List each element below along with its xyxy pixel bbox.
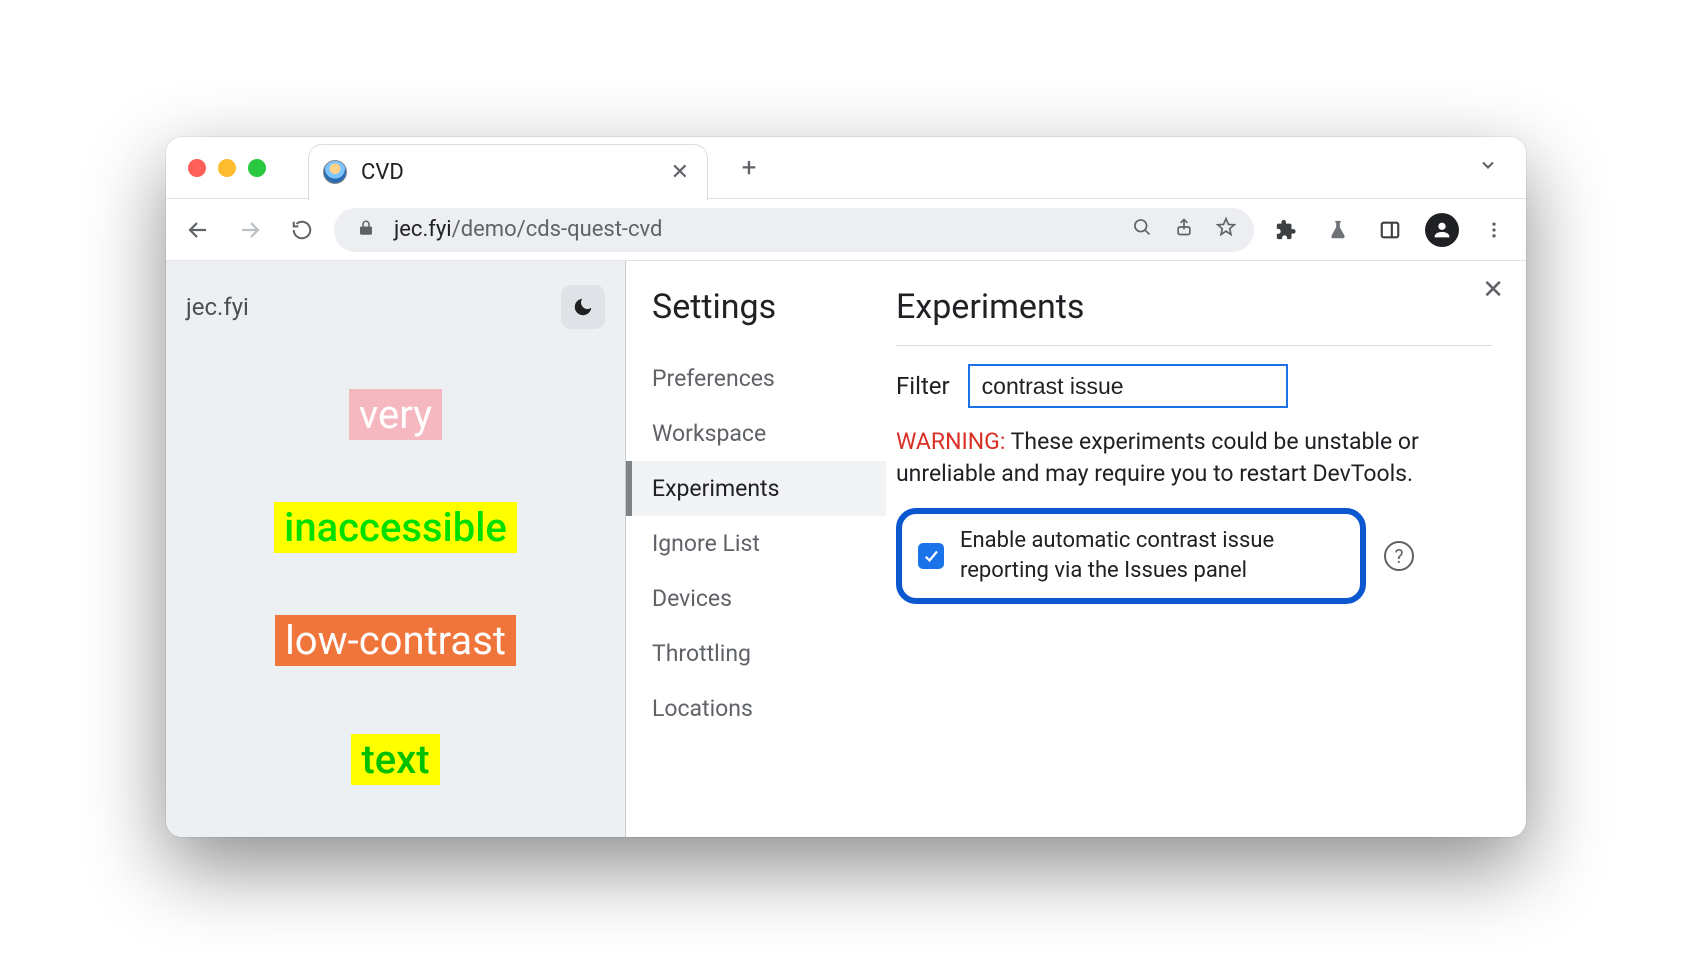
tab-title: CVD <box>361 160 657 185</box>
settings-body: Experiments Filter WARNING: These experi… <box>886 261 1526 837</box>
back-button[interactable] <box>178 210 218 250</box>
new-tab-button[interactable]: + <box>732 151 766 185</box>
nav-workspace[interactable]: Workspace <box>626 406 886 461</box>
settings-heading: Settings <box>626 287 886 351</box>
window-maximize-button[interactable] <box>248 159 266 177</box>
labs-icon[interactable] <box>1318 210 1358 250</box>
filter-row: Filter <box>896 364 1492 408</box>
tab-favicon <box>323 160 347 184</box>
devtools-settings-panel: ✕ Settings Preferences Workspace Experim… <box>626 261 1526 837</box>
filter-input[interactable] <box>968 364 1288 408</box>
help-icon[interactable]: ? <box>1384 541 1414 571</box>
extensions-icon[interactable] <box>1266 210 1306 250</box>
filter-label: Filter <box>896 372 950 400</box>
dark-mode-toggle[interactable] <box>561 285 605 329</box>
experiment-toggle-card[interactable]: Enable automatic contrast issue reportin… <box>896 508 1366 603</box>
reload-button[interactable] <box>282 210 322 250</box>
demo-word-very: very <box>349 389 442 440</box>
forward-button[interactable] <box>230 210 270 250</box>
demo-words: very inaccessible low-contrast text <box>186 389 605 779</box>
tab-close-icon[interactable]: ✕ <box>671 160 689 185</box>
experiment-checkbox[interactable] <box>918 543 944 569</box>
tabs-dropdown-icon[interactable] <box>1468 149 1508 187</box>
experiment-label: Enable automatic contrast issue reportin… <box>960 526 1344 585</box>
share-icon[interactable] <box>1170 217 1198 242</box>
window-close-button[interactable] <box>188 159 206 177</box>
window-traffic-lights <box>188 159 266 177</box>
divider <box>896 345 1492 346</box>
warning-label: WARNING: <box>896 428 1005 455</box>
nav-experiments[interactable]: Experiments <box>626 461 886 516</box>
bookmark-star-icon[interactable] <box>1212 217 1240 242</box>
settings-sidebar: Settings Preferences Workspace Experimen… <box>626 261 886 837</box>
warning-text: WARNING: These experiments could be unst… <box>896 426 1492 490</box>
side-panel-icon[interactable] <box>1370 210 1410 250</box>
kebab-menu-icon[interactable] <box>1474 210 1514 250</box>
nav-devices[interactable]: Devices <box>626 571 886 626</box>
nav-throttling[interactable]: Throttling <box>626 626 886 681</box>
content-area: jec.fyi very inaccessible low-contrast t… <box>166 261 1526 837</box>
demo-word-text: text <box>351 734 439 785</box>
close-icon[interactable]: ✕ <box>1482 275 1504 305</box>
panel-title: Experiments <box>896 287 1492 327</box>
titlebar: CVD ✕ + <box>166 137 1526 199</box>
demo-word-low-contrast: low-contrast <box>275 615 516 666</box>
nav-locations[interactable]: Locations <box>626 681 886 736</box>
nav-ignore-list[interactable]: Ignore List <box>626 516 886 571</box>
browser-toolbar: jec.fyi/demo/cds-quest-cvd <box>166 199 1526 261</box>
nav-preferences[interactable]: Preferences <box>626 351 886 406</box>
url-text: jec.fyi/demo/cds-quest-cvd <box>394 217 1114 242</box>
zoom-icon[interactable] <box>1128 217 1156 242</box>
window-minimize-button[interactable] <box>218 159 236 177</box>
site-title: jec.fyi <box>186 293 249 321</box>
demo-word-inaccessible: inaccessible <box>274 502 517 553</box>
lock-icon <box>352 218 380 242</box>
browser-tab[interactable]: CVD ✕ <box>308 144 708 200</box>
profile-avatar[interactable] <box>1422 210 1462 250</box>
browser-window: CVD ✕ + j <box>166 137 1526 837</box>
page-viewport: jec.fyi very inaccessible low-contrast t… <box>166 261 626 837</box>
address-bar[interactable]: jec.fyi/demo/cds-quest-cvd <box>334 208 1254 252</box>
